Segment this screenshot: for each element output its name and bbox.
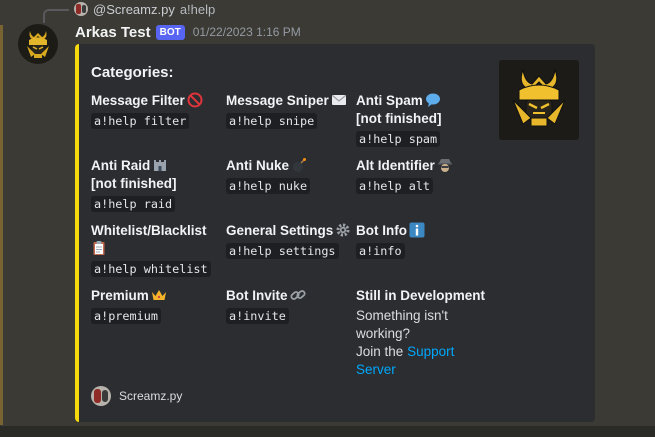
field-whitelist-blacklist: Whitelist/Blacklist a!help whitelist [91,222,226,278]
command-code: a!help whitelist [91,261,211,277]
bot-badge: BOT [155,24,185,40]
field-general-settings: General Settings a!help settings [226,222,354,260]
samurai-logo-icon [512,68,566,127]
samurai-logo-icon [27,31,49,58]
field-name: Anti Spam [356,93,423,108]
field-name: Still in Development [356,288,486,303]
clipboard-icon [93,241,105,255]
info-icon [409,222,425,238]
command-code: a!help filter [91,113,190,129]
reply-avatar [74,2,88,16]
field-note: [not finished] [356,111,442,126]
field-alt-identifier: Alt Identifier a!help alt [356,157,484,195]
message-input-area[interactable] [0,426,655,437]
author-name[interactable]: Arkas Test [75,24,151,41]
command-code: a!help settings [226,243,339,259]
castle-icon [154,160,167,171]
message-highlight-bar [0,25,3,425]
detective-icon [437,159,452,172]
field-name: Anti Raid [91,158,151,173]
command-code: a!help alt [356,178,434,194]
field-message-filter: Message Filter a!help filter [91,92,219,130]
bomb-icon [293,158,307,172]
command-code: a!info [356,243,405,259]
field-note: [not finished] [91,176,177,191]
field-name: Message Sniper [226,93,329,108]
command-code: a!help nuke [226,178,311,194]
field-name: Bot Info [356,223,407,238]
help-embed: Categories: Message Filter a!help filter… [75,44,595,422]
reply-text[interactable]: a!help [180,2,215,17]
footer-text: Screamz.py [119,389,183,403]
command-code: a!help spam [356,131,441,147]
field-name: General Settings [226,223,334,238]
field-text: Something isn't working? [356,308,448,341]
field-premium: Premium a!premium [91,287,219,325]
speech-bubble-icon [425,93,440,107]
no-entry-icon [187,92,203,108]
embed-footer: Screamz.py [91,386,182,406]
field-anti-raid: Anti Raid [not finished] a!help raid [91,157,219,213]
field-anti-spam: Anti Spam [not finished] a!help spam [356,92,484,148]
field-name: Anti Nuke [226,158,290,173]
field-name: Premium [91,288,149,303]
reply-author[interactable]: @Screamz.py [93,2,175,17]
reply-connector [43,9,69,23]
message-timestamp[interactable]: 01/22/2023 1:16 PM [193,25,301,39]
embed-thumbnail[interactable] [499,60,579,140]
footer-avatar-icon [91,386,111,406]
embed-title: Categories: [91,64,174,81]
field-bot-invite: Bot Invite a!invite [226,287,354,325]
link-icon [289,290,306,300]
field-name: Whitelist/Blacklist [91,223,207,238]
crown-icon [151,290,166,300]
gear-icon [336,223,350,237]
bot-avatar[interactable] [18,24,58,64]
field-name: Message Filter [91,93,185,108]
field-anti-nuke: Anti Nuke a!help nuke [226,157,354,195]
embed-accent-bar [75,44,79,422]
command-code: a!invite [226,308,289,324]
field-name: Alt Identifier [356,158,435,173]
command-code: a!help raid [91,196,176,212]
field-text: Join the [356,344,404,359]
field-name: Bot Invite [226,288,288,303]
field-still-in-development: Still in Development Something isn't wor… [356,287,496,379]
reply-reference[interactable]: @Screamz.py a!help [74,1,215,17]
field-bot-info: Bot Info a!info [356,222,484,260]
envelope-icon [331,95,346,105]
field-message-sniper: Message Sniper a!help snipe [226,92,354,130]
command-code: a!help snipe [226,113,318,129]
command-code: a!premium [91,308,161,324]
message-header: Arkas Test BOT 01/22/2023 1:16 PM [75,22,301,42]
